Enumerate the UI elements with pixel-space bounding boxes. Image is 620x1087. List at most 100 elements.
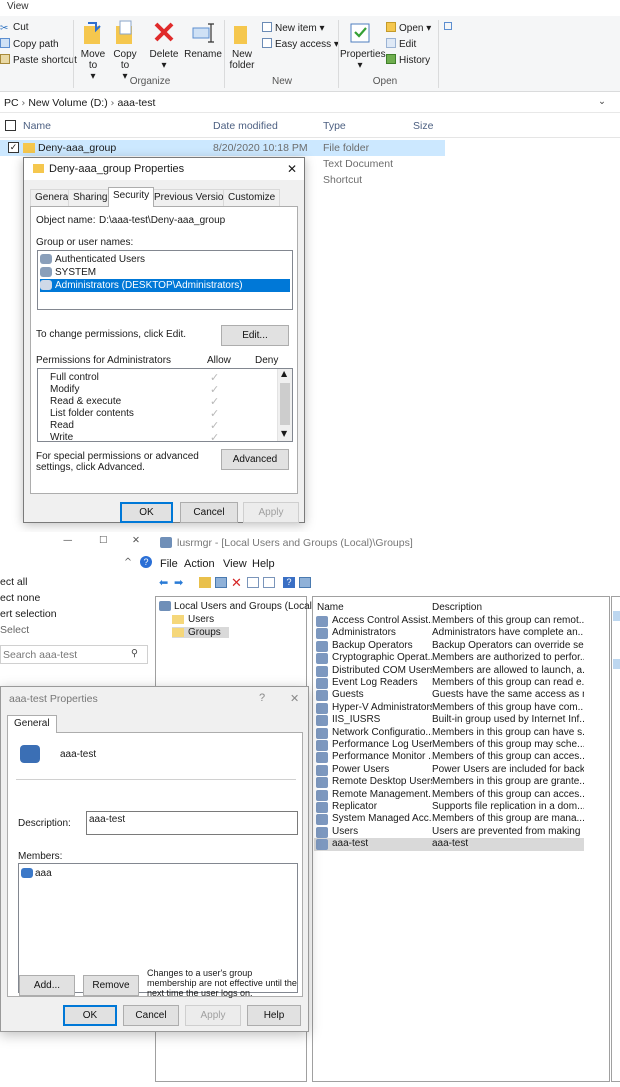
close-icon[interactable]: ✕ (290, 692, 299, 705)
add-button[interactable]: Add... (19, 975, 75, 996)
scroll-down-icon[interactable]: ▼ (281, 429, 287, 438)
apply-button[interactable]: Apply (243, 502, 299, 523)
copy-to-button[interactable]: Copy to ▾ (110, 20, 140, 82)
show-tree-icon[interactable] (215, 577, 227, 588)
cancel-button[interactable]: Cancel (180, 502, 238, 523)
description-input[interactable]: aaa-test (86, 811, 298, 835)
properties-icon[interactable] (247, 577, 259, 588)
new-folder-button[interactable]: New folder (228, 20, 256, 71)
maximize-icon[interactable]: ☐ (99, 535, 108, 546)
menu-view[interactable]: View (223, 558, 247, 570)
column-size[interactable]: Size (413, 120, 433, 132)
tree-root[interactable]: Local Users and Groups (Local) (159, 601, 315, 612)
breadcrumb-pc[interactable]: PC (4, 97, 19, 109)
rename-button[interactable]: Rename (184, 20, 222, 60)
chevron-up-icon[interactable]: ^ (124, 557, 132, 568)
list-item[interactable]: Authenticated Users (40, 253, 290, 266)
help-button[interactable]: Help (247, 1005, 301, 1026)
scroll-thumb[interactable] (280, 383, 290, 425)
list-item[interactable]: SYSTEM (40, 266, 290, 279)
column-description[interactable]: Description (432, 602, 482, 613)
export-list-icon[interactable] (263, 577, 275, 588)
tab-general[interactable]: General (7, 715, 57, 733)
list-item[interactable]: Administrators (DESKTOP\Administrators) (40, 279, 290, 292)
select-all-item[interactable]: ect all (0, 576, 27, 588)
group-row[interactable]: Network Configuratio... Members in this g… (314, 727, 584, 740)
close-icon[interactable]: ✕ (132, 535, 140, 546)
column-name[interactable]: Name (317, 602, 344, 613)
select-all-checkbox[interactable] (5, 120, 16, 131)
back-icon[interactable]: ⬅ (159, 576, 168, 589)
group-row[interactable]: aaa-test aaa-test (314, 838, 584, 852)
menu-help[interactable]: Help (252, 558, 275, 570)
ok-button[interactable]: OK (120, 502, 173, 523)
delete-button[interactable]: Delete ▾ (146, 20, 182, 71)
help-icon[interactable]: ? (283, 577, 295, 588)
tab-security[interactable]: Security (108, 187, 155, 207)
delete-icon[interactable]: ✕ (231, 575, 242, 591)
remove-button[interactable]: Remove (83, 975, 139, 996)
advanced-button[interactable]: Advanced (221, 449, 289, 470)
list-item[interactable]: aaa (21, 867, 52, 880)
apply-button[interactable]: Apply (185, 1005, 241, 1026)
group-row[interactable]: Administrators Administrators have comple… (314, 627, 584, 640)
help-icon[interactable]: ? (140, 556, 152, 568)
tab-customize[interactable]: Customize (223, 189, 281, 206)
column-date-modified[interactable]: Date modified (213, 120, 278, 132)
group-row[interactable]: Performance Monitor ... Members of this g… (314, 751, 584, 764)
group-row[interactable]: Hyper-V Administrators Members of this gr… (314, 702, 584, 715)
forward-icon[interactable]: ➡ (174, 576, 183, 589)
copy-path-button[interactable]: Copy path (0, 38, 59, 53)
breadcrumb-folder[interactable]: aaa-test (117, 97, 155, 109)
up-folder-icon[interactable] (199, 577, 211, 588)
tree-item-users[interactable]: Users (172, 614, 214, 625)
scroll-up-icon[interactable]: ▲ (281, 369, 287, 378)
new-item-button[interactable]: New item ▾ (262, 22, 324, 37)
scrollbar[interactable]: ▲ ▼ (277, 369, 292, 441)
column-type[interactable]: Type (323, 120, 346, 132)
minimize-icon[interactable]: — (63, 535, 73, 546)
group-row[interactable]: Backup Operators Backup Operators can ove… (314, 640, 584, 653)
group-row[interactable]: Users Users are prevented from making ... (314, 826, 584, 839)
cut-button[interactable]: ✂ Cut (0, 22, 29, 37)
tree-item-groups[interactable]: Groups (172, 627, 229, 638)
user-list[interactable]: Authenticated Users SYSTEM Administrator… (37, 250, 293, 310)
menu-action[interactable]: Action (184, 558, 215, 570)
group-row[interactable]: Remote Management... Members of this grou… (314, 789, 584, 802)
address-bar[interactable]: PC › New Volume (D:) › aaa-test ⌄ (0, 93, 620, 113)
group-row[interactable]: IIS_IUSRS Built-in group used by Internet… (314, 714, 584, 727)
group-row[interactable]: Remote Desktop Users Members in this grou… (314, 776, 584, 789)
edit-button[interactable]: Edit... (221, 325, 289, 346)
edit-button[interactable]: Edit (386, 38, 416, 53)
column-name[interactable]: Name (23, 120, 51, 132)
tab-sharing[interactable]: Sharing (68, 189, 113, 206)
groups-list[interactable]: Name Description Access Control Assist..… (312, 596, 610, 1082)
group-row[interactable]: Cryptographic Operat... Members are autho… (314, 652, 584, 665)
tab-view[interactable]: View (7, 1, 29, 12)
history-button[interactable]: History (386, 54, 430, 69)
show-action-pane-icon[interactable] (299, 577, 311, 588)
easy-access-button[interactable]: Easy access ▾ (262, 38, 339, 53)
menu-file[interactable]: File (160, 558, 178, 570)
group-row[interactable]: System Managed Acc... Members of this gro… (314, 813, 584, 826)
file-row[interactable]: ✓ Deny-aaa_group 8/20/2020 10:18 PM File… (0, 140, 445, 156)
breadcrumb-volume[interactable]: New Volume (D:) (28, 97, 107, 109)
ok-button[interactable]: OK (63, 1005, 117, 1026)
paste-shortcut-button[interactable]: Paste shortcut (0, 54, 77, 69)
open-button[interactable]: Open ▾ (386, 22, 431, 37)
select-none-item[interactable]: ect none (0, 592, 40, 604)
row-checkbox[interactable]: ✓ (8, 142, 19, 153)
move-to-button[interactable]: Move to ▾ (78, 20, 108, 82)
search-box[interactable]: Search aaa-test ⚲ (0, 645, 148, 664)
chevron-down-icon[interactable]: ⌄ (598, 96, 606, 107)
group-row[interactable]: Distributed COM Users Members are allowed… (314, 665, 584, 678)
properties-button[interactable]: Properties ▾ (340, 20, 386, 71)
cancel-button[interactable]: Cancel (123, 1005, 179, 1026)
group-row[interactable]: Event Log Readers Members of this group c… (314, 677, 584, 690)
group-row[interactable]: Guests Guests have the same access as m..… (314, 689, 584, 702)
group-row[interactable]: Access Control Assist... Members of this … (314, 615, 584, 628)
close-icon[interactable]: ✕ (287, 162, 297, 176)
group-row[interactable]: Performance Log Users Members of this gro… (314, 739, 584, 752)
help-icon[interactable]: ? (259, 692, 265, 704)
invert-selection-item[interactable]: ert selection (0, 608, 57, 620)
